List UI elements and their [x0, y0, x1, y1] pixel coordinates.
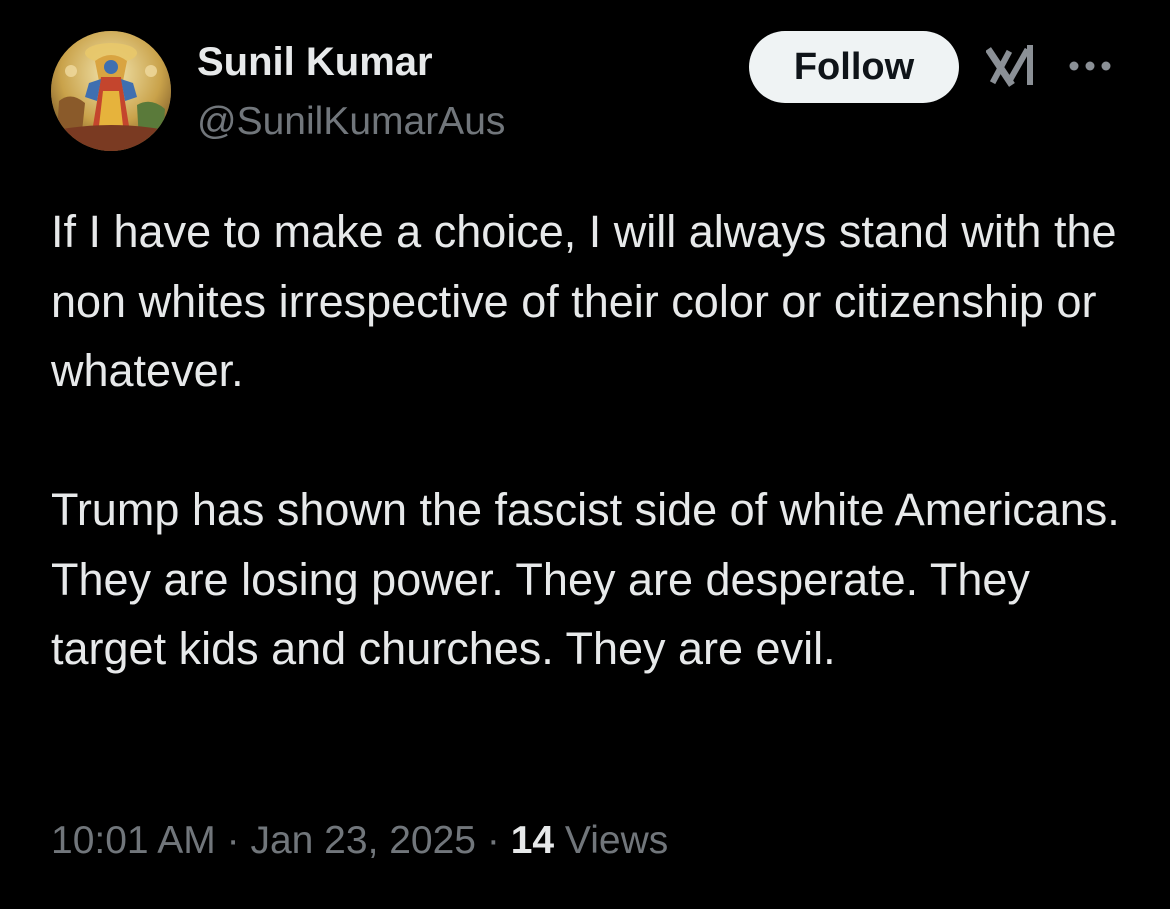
tweet-paragraph: Trump has shown the fascist side of whit…	[51, 484, 1120, 674]
avatar-image	[51, 31, 171, 151]
more-icon[interactable]	[1066, 58, 1114, 74]
avatar[interactable]	[51, 31, 171, 151]
grok-icon-glyph	[985, 45, 1033, 87]
tweet-card: Sunil Kumar @SunilKumarAus Follow If I h…	[0, 0, 1170, 909]
meta-separator: ·	[226, 819, 240, 862]
tweet-meta: 10:01 AM · Jan 23, 2025 · 14 Views	[51, 819, 668, 863]
tweet-date[interactable]: Jan 23, 2025	[250, 819, 476, 862]
views-label: Views	[564, 819, 669, 862]
author-name[interactable]: Sunil Kumar	[197, 40, 433, 85]
more-dots-glyph	[1069, 61, 1111, 71]
meta-separator: ·	[486, 819, 500, 862]
tweet-paragraph: If I have to make a choice, I will alway…	[51, 206, 1117, 396]
views-count: 14	[510, 819, 555, 862]
grok-icon[interactable]	[985, 44, 1038, 90]
follow-button[interactable]: Follow	[749, 31, 959, 103]
tweet-text: If I have to make a choice, I will alway…	[51, 197, 1131, 684]
author-handle[interactable]: @SunilKumarAus	[197, 100, 505, 144]
tweet-time[interactable]: 10:01 AM	[51, 819, 216, 862]
